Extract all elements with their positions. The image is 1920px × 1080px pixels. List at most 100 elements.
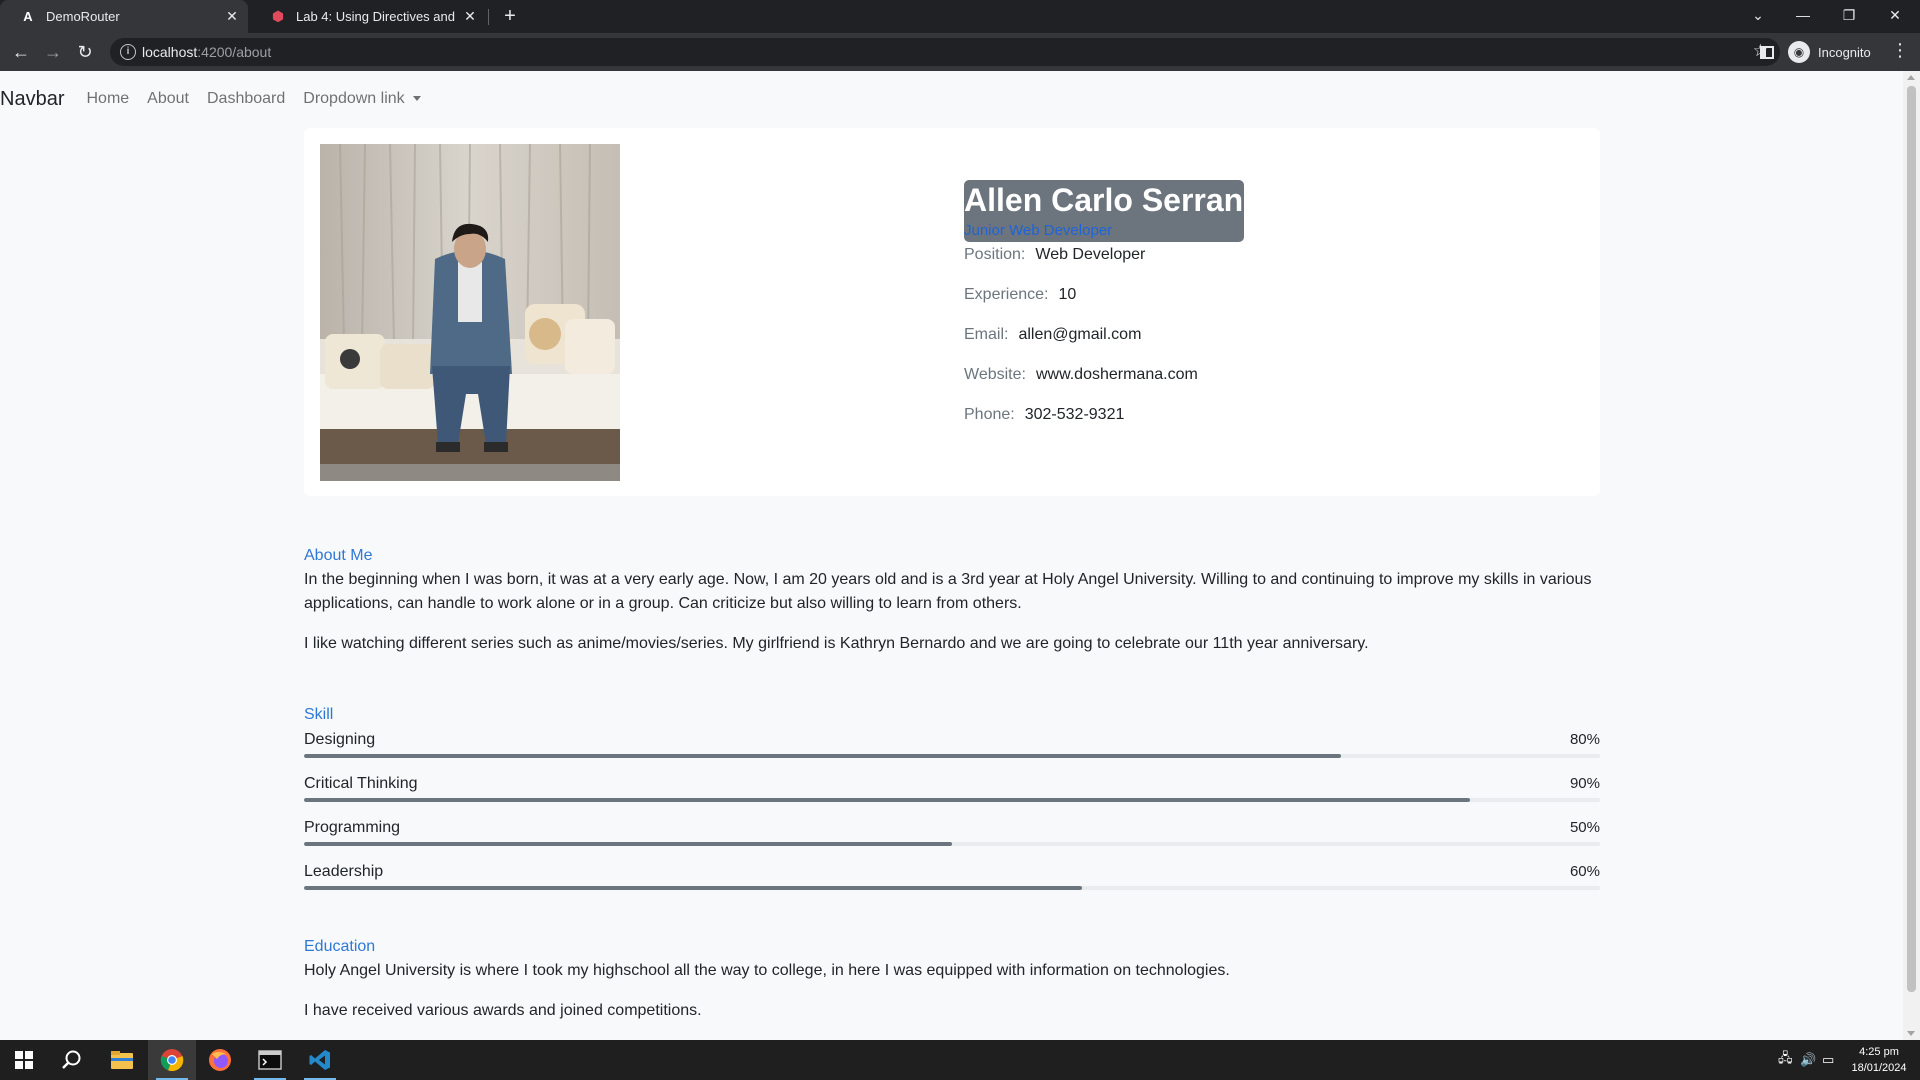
progress-fill [304,754,1341,758]
browser-toolbar: ← → ↻ i localhost:4200/about ☆ ◉ Incogni… [0,33,1920,71]
scrollbar-thumb[interactable] [1907,86,1916,992]
info-label: Website: [964,366,1026,383]
side-panel-icon[interactable] [1760,46,1774,59]
forward-arrow-icon[interactable]: → [41,40,65,64]
firefox-icon[interactable] [196,1040,244,1080]
page-viewport: Navbar Home About Dashboard Dropdown lin… [0,71,1903,1040]
clock-time: 4:25 pm [1859,1046,1899,1058]
education-paragraph-1: Holy Angel University is where I took my… [304,962,1230,979]
skill-percent: 90% [1569,775,1600,792]
network-icon[interactable]: 🖧 [1778,1040,1793,1080]
info-value: allen@gmail.com [1018,326,1142,343]
info-value: 302-532-9321 [1024,406,1125,423]
terminal-icon[interactable] [246,1040,294,1080]
windows-taskbar: 🖧 🔊 ▭ 4:25 pm 18/01/2024 [0,1040,1920,1080]
page-scrollbar[interactable] [1903,71,1920,1040]
url-host: localhost [142,44,198,60]
vscode-icon[interactable] [296,1040,344,1080]
caret-down-icon [412,96,421,102]
progress-track [304,842,1600,846]
address-bar[interactable]: i localhost:4200/about ☆ [110,38,1780,66]
nav-link-about[interactable]: About [147,90,189,108]
skill-name: Programming [304,819,401,836]
windows-logo-icon [15,1051,33,1069]
info-label: Experience: [964,286,1049,303]
skill-name: Leadership [304,863,384,880]
info-icon[interactable]: i [120,44,136,60]
tab-title: Lab 4: Using Directives and Routi [296,9,458,24]
close-icon[interactable]: ✕ [458,8,482,25]
about-paragraph-2: I like watching different series such as… [304,635,1369,652]
tab-separator [488,9,489,25]
back-arrow-icon[interactable]: ← [9,40,33,64]
skill-name: Designing [304,731,376,748]
tab-title: DemoRouter [46,9,120,24]
angular-icon: A [23,9,33,24]
profile-name: Allen Carlo Serrano [964,182,1263,218]
info-row-experience: Experience: 10 [964,284,1076,306]
close-icon[interactable]: ✕ [220,8,244,25]
close-window-icon[interactable]: ✕ [1872,0,1918,33]
site-navbar: Navbar Home About Dashboard Dropdown lin… [0,71,1903,127]
scroll-down-arrow-icon[interactable] [1907,1031,1915,1036]
about-heading: About Me [304,547,373,564]
info-label: Phone: [964,406,1015,423]
info-value: 10 [1058,286,1077,303]
taskbar-clock[interactable]: 4:25 pm 18/01/2024 [1843,1044,1915,1076]
progress-track [304,798,1600,802]
skill-heading: Skill [304,706,334,723]
skill-percent: 80% [1569,731,1600,748]
skill-row-leadership: Leadership 60% [304,861,1600,897]
skill-percent: 50% [1569,819,1600,836]
scroll-up-arrow-icon[interactable] [1907,75,1915,80]
reload-icon[interactable]: ↻ [73,40,97,64]
tab-lab4[interactable]: ⬢ Lab 4: Using Directives and Routi ✕ [250,0,486,33]
skill-row-programming: Programming 50% [304,817,1600,853]
progress-track [304,886,1600,890]
chrome-icon[interactable] [148,1040,196,1080]
nav-dropdown[interactable]: Dropdown link [303,90,421,108]
info-row-website: Website: www.doshermana.com [964,364,1198,386]
volume-icon[interactable]: 🔊 [1800,1040,1816,1080]
skill-row-critical-thinking: Critical Thinking 90% [304,773,1600,809]
info-label: Position: [964,246,1026,263]
progress-fill [304,886,1082,890]
nav-link-dashboard[interactable]: Dashboard [207,90,285,108]
restore-icon[interactable]: ❐ [1826,0,1872,33]
profile-photo-illustration [320,144,620,481]
info-value: www.doshermana.com [1035,366,1198,383]
menu-kebab-icon[interactable]: ⋮ [1890,40,1910,61]
skill-row-designing: Designing 80% [304,729,1600,765]
url-text[interactable]: localhost:4200/about [142,44,271,60]
progress-fill [304,842,952,846]
navbar-brand[interactable]: Navbar [0,88,64,111]
search-icon[interactable] [48,1040,96,1080]
info-row-phone: Phone: 302-532-9321 [964,404,1124,426]
progress-fill [304,798,1471,802]
incognito-profile[interactable]: ◉ Incognito [1788,39,1871,65]
about-paragraph-1: In the beginning when I was born, it was… [304,571,1592,612]
file-explorer-icon[interactable] [98,1040,146,1080]
incognito-icon: ◉ [1788,41,1810,63]
info-value: Web Developer [1035,246,1146,263]
skill-name: Critical Thinking [304,775,418,792]
tab-search-icon[interactable]: ⌄ [1735,0,1781,33]
nav-link-home[interactable]: Home [86,90,129,108]
education-paragraph-2: I have received various awards and joine… [304,1002,702,1019]
url-path: :4200/about [197,44,272,60]
minimize-icon[interactable]: — [1780,0,1826,33]
display-icon[interactable]: ▭ [1822,1040,1834,1080]
clock-date: 18/01/2024 [1851,1062,1907,1074]
start-button[interactable] [0,1040,48,1080]
info-row-email: Email: allen@gmail.com [964,324,1141,346]
incognito-label: Incognito [1818,44,1871,60]
nav-dropdown-label: Dropdown link [303,90,405,107]
profile-photo [320,144,620,481]
progress-track [304,754,1600,758]
education-heading: Education [304,938,376,955]
browser-tab-bar: A DemoRouter ✕ ⬢ Lab 4: Using Directives… [0,0,1920,33]
tab-demorouter[interactable]: A DemoRouter ✕ [0,0,248,33]
new-tab-icon[interactable]: + [498,4,522,28]
info-label: Email: [964,326,1009,343]
info-row-position: Position: Web Developer [964,244,1145,266]
